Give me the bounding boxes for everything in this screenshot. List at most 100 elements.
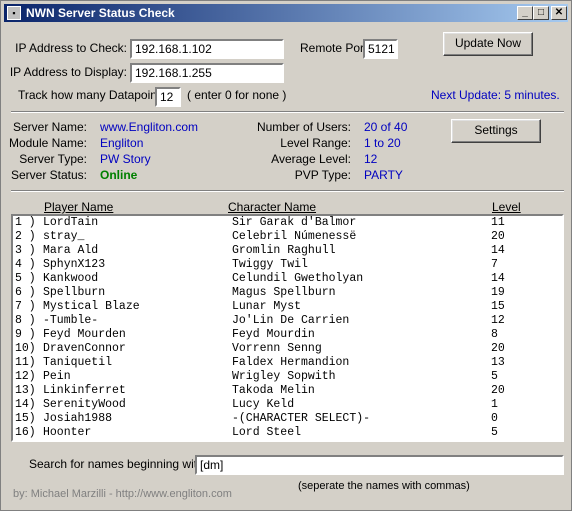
row-number: 9 ) [15,328,36,341]
pvp-type-value: PARTY [364,168,403,182]
app-window: ▪ NWN Server Status Check _ □ ✕ IP Addre… [0,0,572,511]
player-level: 20 [491,230,505,243]
datapoints-hint: ( enter 0 for none ) [187,88,287,102]
player-name: LordTain [43,216,99,229]
settings-button[interactable]: Settings [451,119,541,143]
ip-check-label: IP Address to Check: [15,41,127,55]
window-title: NWN Server Status Check [26,6,175,20]
player-name: Hoonter [43,426,92,439]
row-number: 4 ) [15,258,36,271]
character-name: Celundil Gwetholyan [232,272,364,285]
minimize-button[interactable]: _ [517,6,533,20]
list-item[interactable]: 3 ) Mara Ald Gromlin Raghull 14 [13,244,562,258]
player-name: SerenityWood [43,398,126,411]
row-number: 12) [15,370,36,383]
app-window-icon[interactable]: ▪ [7,6,21,20]
character-name: Lucy Keld [232,398,295,411]
character-name: Faldex Hermandion [232,356,350,369]
player-name: DravenConnor [43,342,126,355]
row-number: 3 ) [15,244,36,257]
player-level: 20 [491,342,505,355]
datapoints-input[interactable]: 12 [155,87,181,107]
list-item[interactable]: 10) DravenConnor Vorrenn Senng 20 [13,342,562,356]
list-item[interactable]: 8 ) -Tumble- Jo'Lin De Carrien 12 [13,314,562,328]
player-level: 14 [491,272,505,285]
server-type-label: Server Type: [19,152,87,166]
list-item[interactable]: 15) Josiah1988 -(CHARACTER SELECT)- 0 [13,412,562,426]
player-name: Linkinferret [43,384,126,397]
player-level: 8 [491,328,498,341]
row-number: 8 ) [15,314,36,327]
level-range-label: Level Range: [280,136,351,150]
player-name: Kankwood [43,272,99,285]
character-name: Vorrenn Senng [232,342,322,355]
list-item[interactable]: 4 ) SphynX123 Twiggy Twil 7 [13,258,562,272]
col-header-level[interactable]: Level [492,200,521,214]
list-item[interactable]: 9 ) Feyd Mourden Feyd Mourdin 8 [13,328,562,342]
separator [11,190,564,192]
remote-port-input[interactable]: 5121 [363,39,398,59]
server-type-value: PW Story [100,152,151,166]
users-label: Number of Users: [256,120,351,134]
list-item[interactable]: 7 ) Mystical Blaze Lunar Myst 15 [13,300,562,314]
row-number: 13) [15,384,36,397]
search-input[interactable]: [dm] [195,455,564,475]
player-level: 15 [491,300,505,313]
player-level: 0 [491,412,498,425]
player-level: 14 [491,244,505,257]
player-name: Mara Ald [43,244,99,257]
list-item[interactable]: 13) Linkinferret Takoda Melin 20 [13,384,562,398]
title-bar[interactable]: ▪ NWN Server Status Check _ □ ✕ [4,4,568,22]
server-name-value: www.Engliton.com [100,120,199,134]
row-number: 11) [15,356,36,369]
datapoints-label: Track how many Datapoints: [18,88,170,102]
list-item[interactable]: 16) Hoonter Lord Steel 5 [13,426,562,440]
list-item[interactable]: 12) Pein Wrigley Sopwith 5 [13,370,562,384]
row-number: 2 ) [15,230,36,243]
character-name: Celebril Númenessë [232,230,357,243]
character-name: Lord Steel [232,426,302,439]
character-name: Takoda Melin [232,384,315,397]
character-name: Jo'Lin De Carrien [232,314,350,327]
maximize-button[interactable]: □ [533,6,549,20]
module-name-label: Module Name: [8,136,87,150]
player-level: 13 [491,356,505,369]
module-name-value: Engliton [100,136,144,150]
ip-check-input[interactable]: 192.168.1.102 [130,39,284,59]
list-item[interactable]: 5 ) Kankwood Celundil Gwetholyan 14 [13,272,562,286]
list-item[interactable]: 11) Taniquetil Faldex Hermandion 13 [13,356,562,370]
row-number: 16) [15,426,36,439]
server-name-label: Server Name: [12,120,87,134]
player-name: Mystical Blaze [43,300,140,313]
update-now-button[interactable]: Update Now [443,32,533,56]
col-header-character[interactable]: Character Name [228,200,316,214]
player-name: -Tumble- [43,314,99,327]
character-name: Lunar Myst [232,300,302,313]
player-name: stray_ [43,230,85,243]
character-name: Gromlin Raghull [232,244,336,257]
player-name: Josiah1988 [43,412,113,425]
col-header-player[interactable]: Player Name [44,200,113,214]
average-level-value: 12 [364,152,378,166]
list-item[interactable]: 6 ) Spellburn Magus Spellburn 19 [13,286,562,300]
player-name: Feyd Mourden [43,328,126,341]
row-number: 10) [15,342,36,355]
list-item[interactable]: 14) SerenityWood Lucy Keld 1 [13,398,562,412]
ip-display-label: IP Address to Display: [9,65,127,79]
player-level: 5 [491,370,498,383]
row-number: 1 ) [15,216,36,229]
list-item[interactable]: 2 ) stray_ Celebril Númenessë 20 [13,230,562,244]
list-item[interactable]: 1 ) LordTain Sir Garak d'Balmor 11 [13,216,562,230]
remote-port-label: Remote Port: [300,41,371,55]
row-number: 6 ) [15,286,36,299]
search-hint: (seperate the names with commas) [298,480,470,492]
character-name: Twiggy Twil [232,258,308,271]
ip-display-input[interactable]: 192.168.1.255 [130,63,284,83]
player-level: 20 [491,384,505,397]
player-level: 5 [491,426,498,439]
player-list[interactable]: 1 ) LordTain Sir Garak d'Balmor 11 2 ) stray_… [11,214,564,442]
player-level: 1 [491,398,498,411]
character-name: Sir Garak d'Balmor [232,216,357,229]
character-name: Wrigley Sopwith [232,370,336,383]
close-button[interactable]: ✕ [551,6,567,20]
